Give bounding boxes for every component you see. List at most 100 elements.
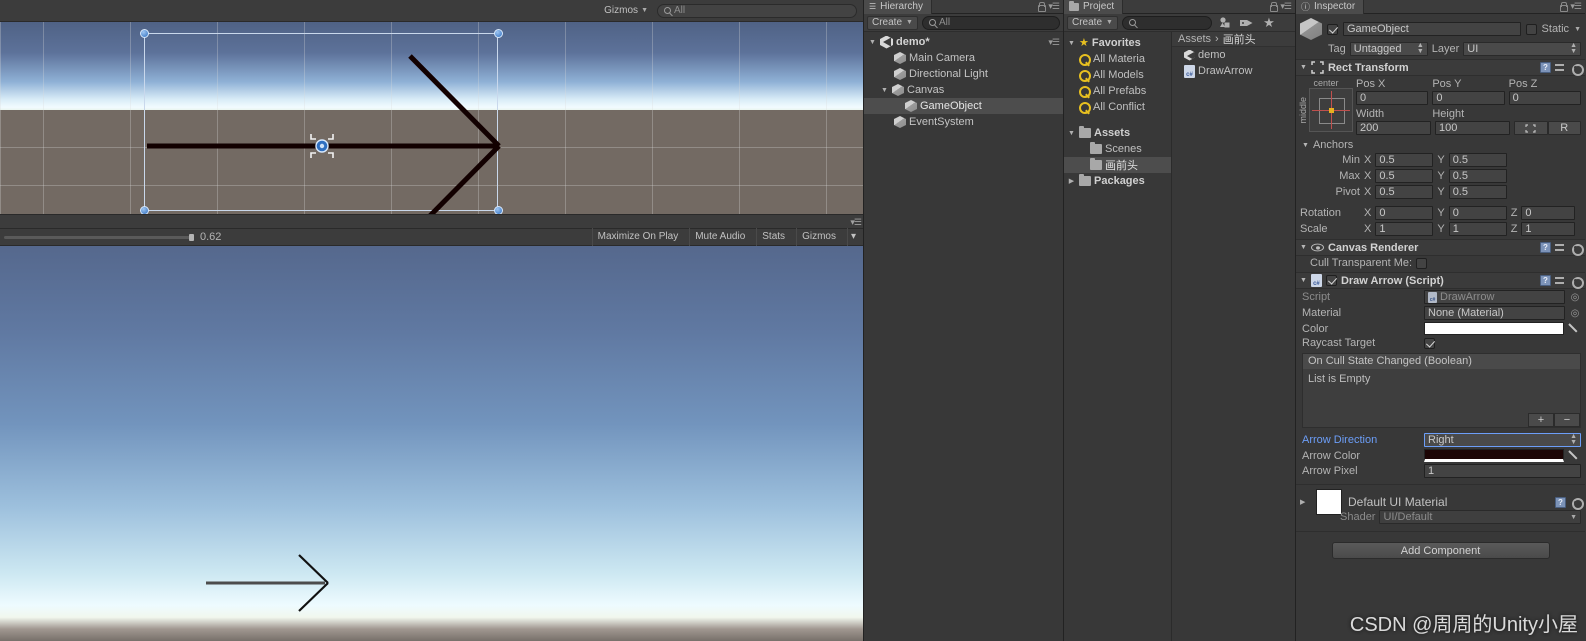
project-tree-scenes[interactable]: Scenes — [1064, 141, 1171, 157]
project-tree-assets[interactable]: ▼ Assets — [1064, 125, 1171, 141]
hierarchy-create-button[interactable]: Create ▼ — [867, 15, 918, 30]
chevron-down-icon[interactable]: ▼ — [1067, 130, 1076, 137]
preset-icon[interactable] — [1555, 62, 1566, 73]
preset-icon[interactable] — [1555, 242, 1566, 253]
cull-transparent-checkbox[interactable] — [1416, 257, 1428, 269]
object-picker-icon[interactable]: ◎ — [1569, 292, 1581, 303]
maximize-on-play-button[interactable]: Maximize On Play — [591, 228, 684, 246]
panel-menu-icon[interactable]: ▾☰ — [1048, 1, 1060, 12]
project-asset-demo[interactable]: demo — [1172, 47, 1295, 63]
object-name-field[interactable]: GameObject — [1343, 22, 1521, 36]
material-object-field[interactable]: None (Material) — [1424, 306, 1565, 320]
hierarchy-item-canvas[interactable]: ▼ Canvas — [864, 82, 1063, 98]
rotation-z-field[interactable]: 0 — [1521, 206, 1576, 220]
chevron-down-icon[interactable]: ▼ — [1574, 26, 1581, 33]
project-tree-all-models[interactable]: All Models — [1064, 67, 1171, 83]
add-component-button[interactable]: Add Component — [1331, 542, 1550, 559]
blueprint-mode-button[interactable] — [1514, 121, 1548, 135]
arrow-direction-dropdown[interactable]: Right ▲ ▼ — [1424, 433, 1581, 447]
project-tree-all-materials[interactable]: All Materia — [1064, 51, 1171, 67]
static-checkbox[interactable] — [1525, 23, 1537, 35]
project-create-button[interactable]: Create ▼ — [1067, 15, 1118, 30]
chevron-down-icon[interactable]: ▼ — [1300, 244, 1307, 251]
component-header-canvas-renderer[interactable]: ▼ Canvas Renderer — [1296, 239, 1585, 256]
chevron-down-icon[interactable]: ▼ — [1300, 277, 1307, 284]
gear-icon[interactable] — [1570, 275, 1584, 289]
shader-dropdown[interactable]: UI/Default ▼ — [1379, 510, 1581, 524]
script-object-field[interactable]: c# DrawArrow — [1424, 290, 1565, 304]
pivot-y-field[interactable]: 0.5 — [1448, 185, 1507, 199]
help-icon[interactable] — [1540, 242, 1551, 253]
anchors-min-x-field[interactable]: 0.5 — [1375, 153, 1434, 167]
filter-by-type-icon[interactable] — [1216, 16, 1234, 30]
chevron-down-icon[interactable]: ▼ — [1300, 64, 1307, 71]
anchors-max-y-field[interactable]: 0.5 — [1448, 169, 1507, 183]
arrow-color-swatch[interactable] — [1424, 449, 1564, 462]
eyedropper-icon[interactable] — [1568, 322, 1581, 335]
gear-icon[interactable] — [1570, 62, 1584, 76]
pos-z-field[interactable]: 0 — [1508, 91, 1581, 105]
hierarchy-item-directional-light[interactable]: Directional Light — [864, 66, 1063, 82]
tab-inspector[interactable]: ⓘ Inspector — [1296, 0, 1365, 14]
anchors-min-y-field[interactable]: 0.5 — [1448, 153, 1507, 167]
mute-audio-button[interactable]: Mute Audio — [689, 228, 750, 246]
remove-event-button[interactable]: − — [1554, 413, 1580, 427]
hierarchy-item-gameobject[interactable]: GameObject — [864, 98, 1063, 114]
anchors-max-x-field[interactable]: 0.5 — [1375, 169, 1434, 183]
rotation-y-field[interactable]: 0 — [1448, 206, 1507, 220]
slider-knob[interactable] — [189, 233, 194, 241]
draw-arrow-enabled-checkbox[interactable] — [1325, 275, 1337, 286]
project-tree-all-conflicts[interactable]: All Conflict — [1064, 99, 1171, 115]
component-header-draw-arrow[interactable]: ▼ c# Draw Arrow (Script) — [1296, 272, 1585, 289]
eyedropper-icon[interactable] — [1568, 449, 1581, 462]
project-tree-packages[interactable]: ▶ Packages — [1064, 173, 1171, 189]
move-tool-gizmo[interactable] — [307, 131, 337, 161]
object-enabled-checkbox[interactable] — [1327, 23, 1338, 35]
scale-y-field[interactable]: 1 — [1448, 222, 1507, 236]
filter-by-label-icon[interactable] — [1238, 16, 1256, 30]
scene-gizmos-button[interactable]: Gizmos ▼ — [600, 5, 652, 16]
width-field[interactable]: 200 — [1356, 121, 1431, 135]
chevron-down-icon[interactable]: ▼ — [1302, 142, 1309, 149]
breadcrumb-current[interactable]: 画前头 — [1223, 32, 1256, 47]
height-field[interactable]: 100 — [1435, 121, 1510, 135]
panel-menu-icon[interactable]: ▾☰ — [850, 217, 862, 228]
anchor-preset-widget[interactable] — [1309, 88, 1353, 132]
breadcrumb-root[interactable]: Assets — [1178, 33, 1211, 45]
stats-button[interactable]: Stats — [756, 228, 790, 246]
game-gizmos-button[interactable]: Gizmos — [796, 228, 841, 246]
chevron-right-icon[interactable]: ▶ — [1300, 498, 1310, 506]
tab-project[interactable]: Project — [1064, 0, 1124, 14]
rotation-x-field[interactable]: 0 — [1375, 206, 1434, 220]
raw-edit-button[interactable]: R — [1547, 121, 1581, 135]
help-icon[interactable] — [1540, 275, 1551, 286]
tab-hierarchy[interactable]: ☰ Hierarchy — [864, 0, 932, 14]
hierarchy-item-eventsystem[interactable]: EventSystem — [864, 114, 1063, 130]
project-search-input[interactable] — [1121, 15, 1212, 30]
arrow-pixel-field[interactable]: 1 — [1424, 464, 1581, 478]
pos-y-field[interactable]: 0 — [1432, 91, 1505, 105]
preset-icon[interactable] — [1555, 275, 1566, 286]
game-view-canvas[interactable] — [0, 246, 863, 641]
anchors-foldout[interactable]: ▼ Anchors — [1296, 138, 1585, 152]
lock-icon[interactable] — [1037, 2, 1047, 12]
scale-z-field[interactable]: 1 — [1521, 222, 1576, 236]
hierarchy-scene-row[interactable]: ▼ demo* ▾☰ — [864, 34, 1063, 50]
favorites-icon[interactable]: ★ — [1260, 16, 1278, 30]
component-header-rect-transform[interactable]: ▼ Rect Transform — [1296, 59, 1585, 76]
chevron-right-icon[interactable]: ▶ — [1067, 177, 1076, 185]
help-icon[interactable] — [1555, 496, 1566, 508]
pivot-x-field[interactable]: 0.5 — [1375, 185, 1434, 199]
game-scale-slider[interactable]: 0.62 — [4, 231, 221, 243]
panel-menu-icon[interactable]: ▾☰ — [1280, 1, 1292, 12]
project-tree-huaqiantou[interactable]: 画前头 — [1064, 157, 1171, 173]
color-swatch[interactable] — [1424, 322, 1564, 335]
tag-dropdown[interactable]: Untagged ▲ ▼ — [1349, 42, 1428, 56]
chevron-down-icon[interactable]: ▼ — [1067, 40, 1076, 47]
hierarchy-search-input[interactable]: All — [921, 15, 1060, 30]
gear-icon[interactable] — [1570, 497, 1584, 510]
gear-icon[interactable] — [1570, 242, 1584, 256]
lock-icon[interactable] — [1269, 2, 1279, 12]
panel-menu-icon[interactable]: ▾☰ — [1570, 1, 1582, 12]
layer-dropdown[interactable]: UI ▲ ▼ — [1463, 42, 1581, 56]
